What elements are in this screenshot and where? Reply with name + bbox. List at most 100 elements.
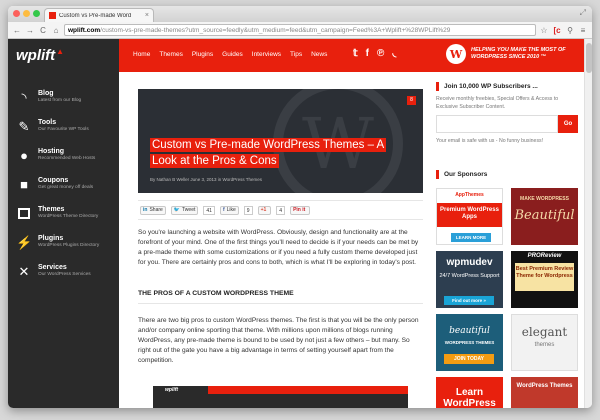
ad-tagline: WORDPRESS THEMES <box>444 340 495 345</box>
ad-title: Learn WordPress <box>443 387 496 408</box>
nav-interviews[interactable]: Interviews <box>252 51 281 58</box>
google-plus-button[interactable]: +1 <box>257 205 272 215</box>
sidebar-item-sub: Recommended Web Hosts <box>38 156 96 161</box>
forward-button[interactable]: → <box>25 26 35 35</box>
nav-themes[interactable]: Themes <box>159 51 182 58</box>
left-sidebar: ◝ Blog Latest from our Blog ✎ Tools Our … <box>8 72 119 408</box>
pin-it-button[interactable]: Pin it <box>290 205 311 215</box>
ad-learn-wordpress[interactable]: Learn WordPress <box>436 377 503 408</box>
ad-elegant-themes[interactable]: elegant themes <box>511 314 578 371</box>
close-window-button[interactable] <box>13 10 20 17</box>
sidebar-item-themes[interactable]: Themes WordPress Theme Directory <box>8 199 119 228</box>
tab-close-icon[interactable]: × <box>145 12 149 19</box>
sidebar-item-title: Blog <box>38 90 54 97</box>
wrench-extension-icon[interactable]: ⚲ <box>565 26 575 35</box>
bookmark-star-icon[interactable]: ☆ <box>539 26 549 35</box>
screenshot-logo: wplift <box>153 386 208 394</box>
sidebar-item-title: Services <box>38 264 67 271</box>
home-button[interactable]: ⌂ <box>51 26 61 35</box>
sidebar-item-services[interactable]: ✕ Services Our WordPress Services <box>8 257 119 286</box>
sidebar-item-sub: Our Favourite WP Tools <box>38 127 89 132</box>
sidebar-item-hosting[interactable]: ● Hosting Recommended Web Hosts <box>8 141 119 170</box>
window-controls <box>13 10 40 17</box>
sponsors-title: Our Sponsors <box>436 170 581 179</box>
sidebar-item-title: Tools <box>38 119 57 126</box>
rss-icon: ◝ <box>21 90 27 105</box>
nav-tips[interactable]: Tips <box>290 51 302 58</box>
email-field[interactable] <box>436 115 558 133</box>
plug-icon: ⚡ <box>16 235 33 250</box>
menu-icon[interactable]: ≡ <box>578 26 588 35</box>
url-path: /custom-vs-pre-made-themes?utm_source=fe… <box>100 26 451 34</box>
nav-plugins[interactable]: Plugins <box>192 51 213 58</box>
wordpress-logo-icon: W <box>446 44 466 64</box>
browser-tab[interactable]: Custom vs Pre-made Word × <box>44 8 154 22</box>
tweet-button[interactable]: 🐦 Tweet <box>170 205 199 215</box>
ad-brand: AppThemes <box>455 192 484 198</box>
page-scrollbar[interactable] <box>584 39 592 408</box>
ad-wpmudev[interactable]: wpmudev 24/7 WordPress Support Find out … <box>436 251 503 308</box>
header-promo: W HELPING YOU MAKE THE MOST OF WORDPRESS… <box>446 44 571 64</box>
minimize-window-button[interactable] <box>23 10 30 17</box>
sidebar-item-title: Hosting <box>38 148 65 155</box>
ad-wordpress-themes[interactable]: WordPress Themes <box>511 377 578 408</box>
article-screenshot: wplift <box>153 386 408 408</box>
facebook-like-button[interactable]: f Like <box>219 205 239 215</box>
logo-mark-icon: ▲ <box>56 47 65 56</box>
site-logo[interactable]: wplift ▲ <box>8 39 119 72</box>
url-domain: wplift.com <box>68 26 101 34</box>
ad-title: WordPress Themes <box>516 383 573 389</box>
sidebar-item-sub: WordPress Theme Directory <box>38 214 99 219</box>
ad-tagline: 24/7 WordPress Support <box>439 273 500 279</box>
email-form: Go <box>436 115 581 133</box>
ad-title: MAKE WORDPRESS <box>520 196 569 202</box>
article-hero: W 8 Custom vs Pre-made WordPress Themes … <box>138 89 423 193</box>
sidebar-item-tools[interactable]: ✎ Tools Our Favourite WP Tools <box>8 112 119 141</box>
fullscreen-icon[interactable]: ⤢ <box>580 8 586 18</box>
extension-icon[interactable]: [c <box>552 26 562 35</box>
ad-brand: wpmudev <box>446 257 493 268</box>
sidebar-item-title: Coupons <box>38 177 69 184</box>
ad-tagline: Beautiful <box>514 208 575 223</box>
sidebar-item-sub: Our WordPress Services <box>38 272 91 277</box>
reload-button[interactable]: C <box>38 26 48 35</box>
rss-feed-icon[interactable]: ◟ <box>392 48 396 59</box>
facebook-icon[interactable]: f <box>366 48 369 59</box>
ad-appthemes[interactable]: AppThemes Premium WordPress Apps LEARN M… <box>436 188 503 245</box>
zoom-window-button[interactable] <box>33 10 40 17</box>
ad-tagline: Best Premium Review Theme for Wordpress <box>515 263 574 291</box>
ad-tagline: themes <box>534 342 555 348</box>
sidebar-item-coupons[interactable]: ■ Coupons Get great money off deals <box>8 170 119 199</box>
twitter-icon[interactable]: 𝕥 <box>353 48 358 59</box>
sidebar-item-sub: WordPress Plugins Directory <box>38 243 100 248</box>
like-count: 9 <box>243 205 253 215</box>
ad-make-wordpress-beautiful[interactable]: MAKE WORDPRESS Beautiful <box>511 188 578 245</box>
ad-title: Premium WordPress Apps <box>437 203 502 227</box>
subscribe-title: Join 10,000 WP Subscribers ... <box>436 82 581 91</box>
ad-brand: elegant <box>521 325 568 339</box>
tweet-count: 41 <box>203 205 215 215</box>
share-bar: in Share 🐦 Tweet 41 f Like 9 +1 4 Pin it <box>138 200 423 220</box>
nav-home[interactable]: Home <box>133 51 150 58</box>
favicon-icon <box>49 12 56 19</box>
comment-count-badge[interactable]: 8 <box>407 96 416 105</box>
back-button[interactable]: ← <box>12 26 22 35</box>
social-links: 𝕥 f ℗ ◟ <box>353 48 396 59</box>
ad-beautiful-themes[interactable]: beautiful WORDPRESS THEMES JOIN TODAY <box>436 314 503 371</box>
gplus-count: 4 <box>276 205 286 215</box>
linkedin-share-button[interactable]: in Share <box>140 205 166 215</box>
nav-guides[interactable]: Guides <box>222 51 243 58</box>
go-button[interactable]: Go <box>558 115 578 133</box>
pinterest-icon[interactable]: ℗ <box>377 48 384 59</box>
ad-proreview[interactable]: PROReview Best Premium Review Theme for … <box>511 251 578 308</box>
logo-text: wplift <box>16 47 56 64</box>
article-paragraph-1: So you're launching a website with WordP… <box>138 229 419 266</box>
nav-news[interactable]: News <box>311 51 327 58</box>
sidebar-item-plugins[interactable]: ⚡ Plugins WordPress Plugins Directory <box>8 228 119 257</box>
ad-brand: PROReview <box>527 253 562 259</box>
globe-icon: ● <box>20 148 28 163</box>
section-heading: THE PROS OF A CUSTOM WORDPRESS THEME <box>138 290 423 304</box>
sidebar-item-blog[interactable]: ◝ Blog Latest from our Blog <box>8 83 119 112</box>
address-bar[interactable]: wplift.com/custom-vs-pre-made-themes?utm… <box>64 24 536 36</box>
scrollbar-thumb[interactable] <box>586 43 592 73</box>
